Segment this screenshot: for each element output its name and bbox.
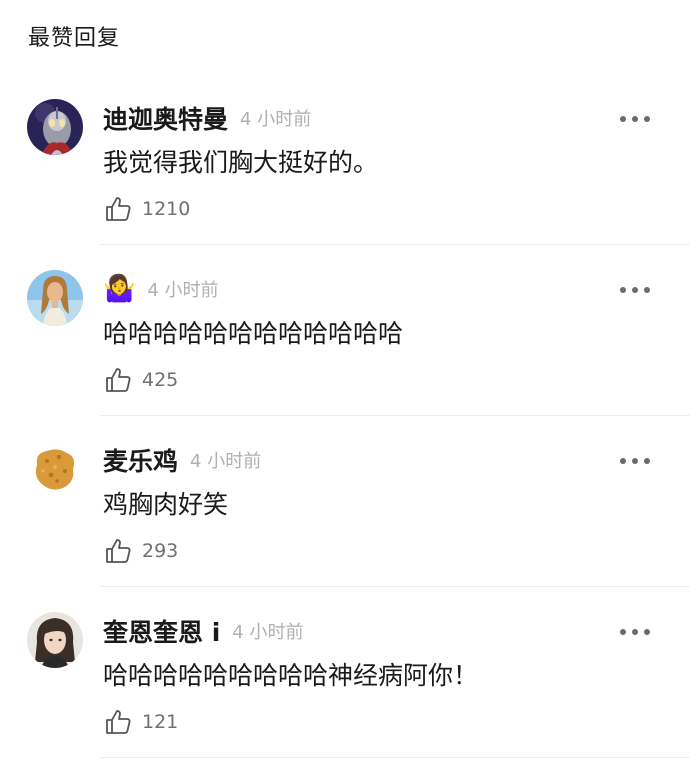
divider [100, 586, 690, 587]
thumbs-up-icon [106, 368, 131, 392]
divider [100, 244, 690, 245]
comment-item: 奎恩奎恩 i 4 小时前 哈哈哈哈哈哈哈哈哈神经病阿你！ 121 [0, 612, 690, 783]
like-button[interactable]: 121 [104, 708, 178, 736]
chicken-nugget-avatar-icon [27, 441, 83, 497]
username[interactable]: 迪迦奥特曼 [103, 100, 228, 136]
girl-avatar-icon [27, 270, 83, 326]
timestamp: 4 小时前 [232, 622, 304, 643]
like-count: 1210 [142, 198, 191, 220]
timestamp: 4 小时前 [190, 451, 262, 472]
username[interactable]: 🤷‍♀️ [103, 276, 135, 302]
thumbs-up-icon [106, 197, 131, 221]
avatar[interactable] [27, 270, 83, 326]
comment-item: 🤷‍♀️ 4 小时前 哈哈哈哈哈哈哈哈哈哈哈哈 425 [0, 270, 690, 441]
person-avatar-icon [27, 612, 83, 668]
more-options-icon[interactable] [620, 115, 650, 123]
ultraman-avatar-icon [27, 99, 83, 155]
like-count: 293 [142, 540, 179, 562]
more-options-icon[interactable] [620, 457, 650, 465]
name-row: 麦乐鸡 4 小时前 [103, 443, 261, 477]
comment-text: 鸡胸肉好笑 [103, 490, 229, 519]
username[interactable]: 麦乐鸡 [103, 442, 178, 478]
username[interactable]: 奎恩奎恩 i [103, 613, 220, 649]
divider [100, 757, 690, 758]
comment-text: 我觉得我们胸大挺好的。 [103, 148, 379, 177]
thumbs-up-icon [106, 710, 131, 734]
comment-item: 迪迦奥特曼 4 小时前 我觉得我们胸大挺好的。 1210 [0, 99, 690, 270]
divider [100, 415, 690, 416]
timestamp: 4 小时前 [240, 109, 312, 130]
name-row: 🤷‍♀️ 4 小时前 [103, 272, 219, 306]
like-count: 425 [142, 369, 179, 391]
comment-text: 哈哈哈哈哈哈哈哈哈神经病阿你！ [103, 661, 479, 690]
avatar[interactable] [27, 99, 83, 155]
avatar[interactable] [27, 441, 83, 497]
like-count: 121 [142, 711, 179, 733]
like-button[interactable]: 425 [104, 366, 178, 394]
comment-text: 哈哈哈哈哈哈哈哈哈哈哈哈 [103, 319, 404, 348]
timestamp: 4 小时前 [147, 280, 219, 301]
more-options-icon[interactable] [620, 286, 650, 294]
name-row: 奎恩奎恩 i 4 小时前 [103, 614, 303, 648]
name-row: 迪迦奥特曼 4 小时前 [103, 101, 311, 135]
section-title: 最赞回复 [28, 26, 121, 51]
like-button[interactable]: 293 [104, 537, 178, 565]
thumbs-up-icon [106, 539, 131, 563]
like-button[interactable]: 1210 [104, 195, 190, 223]
comment-item: 麦乐鸡 4 小时前 鸡胸肉好笑 293 [0, 441, 690, 612]
more-options-icon[interactable] [620, 628, 650, 636]
avatar[interactable] [27, 612, 83, 668]
